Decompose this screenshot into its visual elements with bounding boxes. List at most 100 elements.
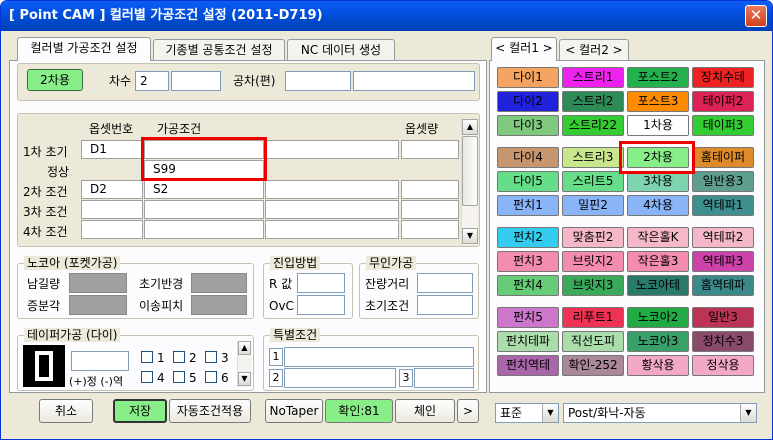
auto-condition-button[interactable]: 자동조건적용 — [169, 399, 251, 423]
chain-button[interactable]: 체인 — [395, 399, 455, 423]
row4-amount[interactable] — [401, 200, 459, 219]
palette-button[interactable]: 스리트5 — [562, 171, 624, 192]
palette-button[interactable]: 직선도피 — [562, 331, 624, 352]
row3-offset[interactable]: D2 — [81, 180, 143, 199]
tolerance-input-2[interactable] — [353, 71, 475, 91]
palette-button[interactable]: 노코아2 — [627, 307, 689, 328]
palette-button[interactable]: 노코아3 — [627, 331, 689, 352]
palette-button[interactable]: 일반3 — [692, 307, 754, 328]
palette-button[interactable]: 다이5 — [497, 171, 559, 192]
palette-button[interactable]: 역테파1 — [692, 195, 754, 216]
palette-button[interactable]: 작은홀3 — [627, 251, 689, 272]
row1-extra[interactable] — [265, 140, 399, 159]
move-pitch-input[interactable] — [191, 295, 247, 315]
taper-check-6[interactable] — [205, 371, 217, 383]
standard-select[interactable]: 표준 ▼ — [495, 403, 559, 423]
palette-button[interactable]: 스트리2 — [562, 91, 624, 112]
palette-button[interactable]: 3차용 — [627, 171, 689, 192]
palette-button[interactable]: 스트리22 — [562, 115, 624, 136]
palette-button[interactable]: 브릿지2 — [562, 251, 624, 272]
tolerance-input-1[interactable] — [285, 71, 351, 91]
palette-button[interactable]: 다이2 — [497, 91, 559, 112]
special-2-input[interactable] — [284, 368, 396, 388]
taper-value-input[interactable] — [71, 351, 129, 371]
scroll-up-icon[interactable]: ▲ — [462, 119, 478, 135]
tab-color2[interactable]: < 컬러2 > — [559, 39, 629, 61]
save-button[interactable]: 저장 — [113, 399, 167, 423]
palette-button[interactable]: 1차용 — [627, 115, 689, 136]
palette-button[interactable]: 다이1 — [497, 67, 559, 88]
row1-amount[interactable] — [401, 140, 459, 159]
row5-condition[interactable] — [144, 220, 264, 239]
tab-color1[interactable]: < 컬러1 > — [491, 37, 557, 61]
palette-button[interactable]: 4차용 — [627, 195, 689, 216]
palette-button[interactable]: 정삭용 — [692, 355, 754, 376]
palette-button[interactable]: 테이퍼2 — [692, 91, 754, 112]
palette-button[interactable]: 브릿지3 — [562, 275, 624, 296]
palette-button[interactable]: 맞춤핀2 — [562, 227, 624, 248]
chevron-down-icon[interactable]: ▼ — [740, 404, 756, 422]
taper-check-4[interactable] — [141, 371, 153, 383]
palette-button[interactable]: 다이3 — [497, 115, 559, 136]
init-radius-input[interactable] — [191, 273, 247, 293]
palette-button[interactable]: 펀치1 — [497, 195, 559, 216]
palette-button[interactable]: 홈테이퍼 — [692, 147, 754, 168]
order-input[interactable]: 2 — [135, 71, 169, 91]
tab-nc-data[interactable]: NC 데이터 생성 — [287, 39, 395, 61]
color-button-2cha[interactable]: 2차용 — [27, 69, 83, 91]
palette-button[interactable]: 펀치3 — [497, 251, 559, 272]
special-3-input[interactable] — [414, 368, 474, 388]
palette-button[interactable]: 역테파3 — [692, 251, 754, 272]
palette-button[interactable]: 스트리1 — [562, 67, 624, 88]
palette-button[interactable]: 노코아테 — [627, 275, 689, 296]
palette-button[interactable]: 펀치4 — [497, 275, 559, 296]
notaper-button[interactable]: NoTaper — [265, 399, 323, 423]
palette-button[interactable]: 테이퍼3 — [692, 115, 754, 136]
taper-check-2[interactable] — [173, 351, 185, 363]
cancel-button[interactable]: 취소 — [39, 399, 93, 423]
scroll-thumb[interactable] — [462, 136, 478, 206]
next-button[interactable]: > — [457, 399, 479, 423]
row3-condition[interactable]: S2 — [144, 180, 264, 199]
row3-amount[interactable] — [401, 180, 459, 199]
taper-check-5[interactable] — [173, 371, 185, 383]
palette-button[interactable]: 밀핀2 — [562, 195, 624, 216]
init-cond-input[interactable] — [417, 295, 473, 315]
palette-button[interactable]: 작은홀K — [627, 227, 689, 248]
palette-button[interactable]: 포스트2 — [627, 67, 689, 88]
palette-button[interactable]: 펀치5 — [497, 307, 559, 328]
palette-button[interactable]: 일반용3 — [692, 171, 754, 192]
remain-dist-input[interactable] — [417, 273, 473, 293]
row5-extra[interactable] — [265, 220, 399, 239]
palette-button[interactable]: 다이4 — [497, 147, 559, 168]
chevron-down-icon[interactable]: ▼ — [542, 404, 558, 422]
palette-button[interactable]: 포스트3 — [627, 91, 689, 112]
confirm-button[interactable]: 확인:81 — [325, 399, 393, 423]
row4-extra[interactable] — [265, 200, 399, 219]
post-select[interactable]: Post/화낙-자동 ▼ — [563, 403, 757, 423]
row4-condition[interactable] — [144, 200, 264, 219]
tab-color-condition[interactable]: 컬러별 가공조건 설정 — [17, 37, 151, 61]
palette-button[interactable]: 리푸트1 — [562, 307, 624, 328]
ovc-input[interactable] — [297, 295, 345, 315]
palette-button[interactable]: 스트리3 — [562, 147, 624, 168]
tab-common-condition[interactable]: 기종별 공통조건 설정 — [153, 39, 285, 61]
spin-down-icon[interactable]: ▼ — [238, 372, 251, 386]
row5-amount[interactable] — [401, 220, 459, 239]
taper-spinner[interactable]: ▲ ▼ — [237, 341, 251, 387]
palette-button[interactable]: 펀치역테 — [497, 355, 559, 376]
scroll-down-icon[interactable]: ▼ — [462, 228, 478, 244]
palette-button[interactable]: 펀치2 — [497, 227, 559, 248]
palette-button[interactable]: 펀치테파 — [497, 331, 559, 352]
remain-input[interactable] — [69, 273, 127, 293]
palette-button[interactable]: 역테파2 — [692, 227, 754, 248]
taper-check-1[interactable] — [141, 351, 153, 363]
grid-scrollbar[interactable]: ▲ ▼ — [461, 119, 478, 245]
close-button[interactable]: ✕ — [745, 5, 767, 27]
taper-check-3[interactable] — [205, 351, 217, 363]
row3-extra[interactable] — [265, 180, 399, 199]
palette-button[interactable]: 확인-252 — [562, 355, 624, 376]
row5-offset[interactable] — [81, 220, 143, 239]
row1-offset[interactable]: D1 — [81, 140, 143, 159]
increment-input[interactable] — [69, 295, 127, 315]
